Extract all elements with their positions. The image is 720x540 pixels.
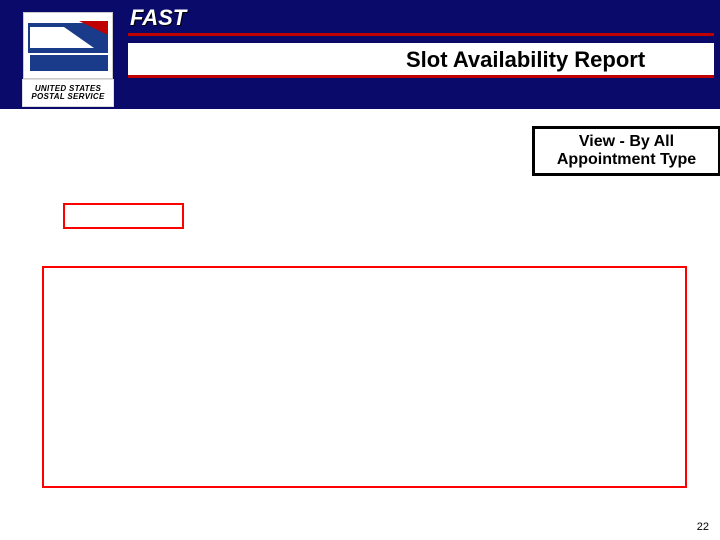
page-title: Slot Availability Report	[406, 47, 645, 73]
logo-box	[23, 12, 113, 79]
divider-red-bottom	[128, 75, 714, 78]
highlight-box-large	[42, 266, 687, 488]
org-line2: POSTAL SERVICE	[31, 93, 104, 101]
page-number: 22	[697, 521, 709, 533]
header-band: UNITED STATES POSTAL SERVICE FAST Slot A…	[0, 0, 720, 109]
view-callout-line1: View - By All	[579, 133, 674, 150]
org-badge: UNITED STATES POSTAL SERVICE	[22, 79, 114, 107]
divider-red-top	[128, 33, 714, 36]
view-callout: View - By All Appointment Type	[535, 129, 718, 173]
view-callout-line2: Appointment Type	[557, 151, 696, 168]
usps-eagle-icon	[24, 13, 112, 78]
highlight-box-small	[63, 203, 184, 229]
brand-title: FAST	[130, 5, 186, 31]
